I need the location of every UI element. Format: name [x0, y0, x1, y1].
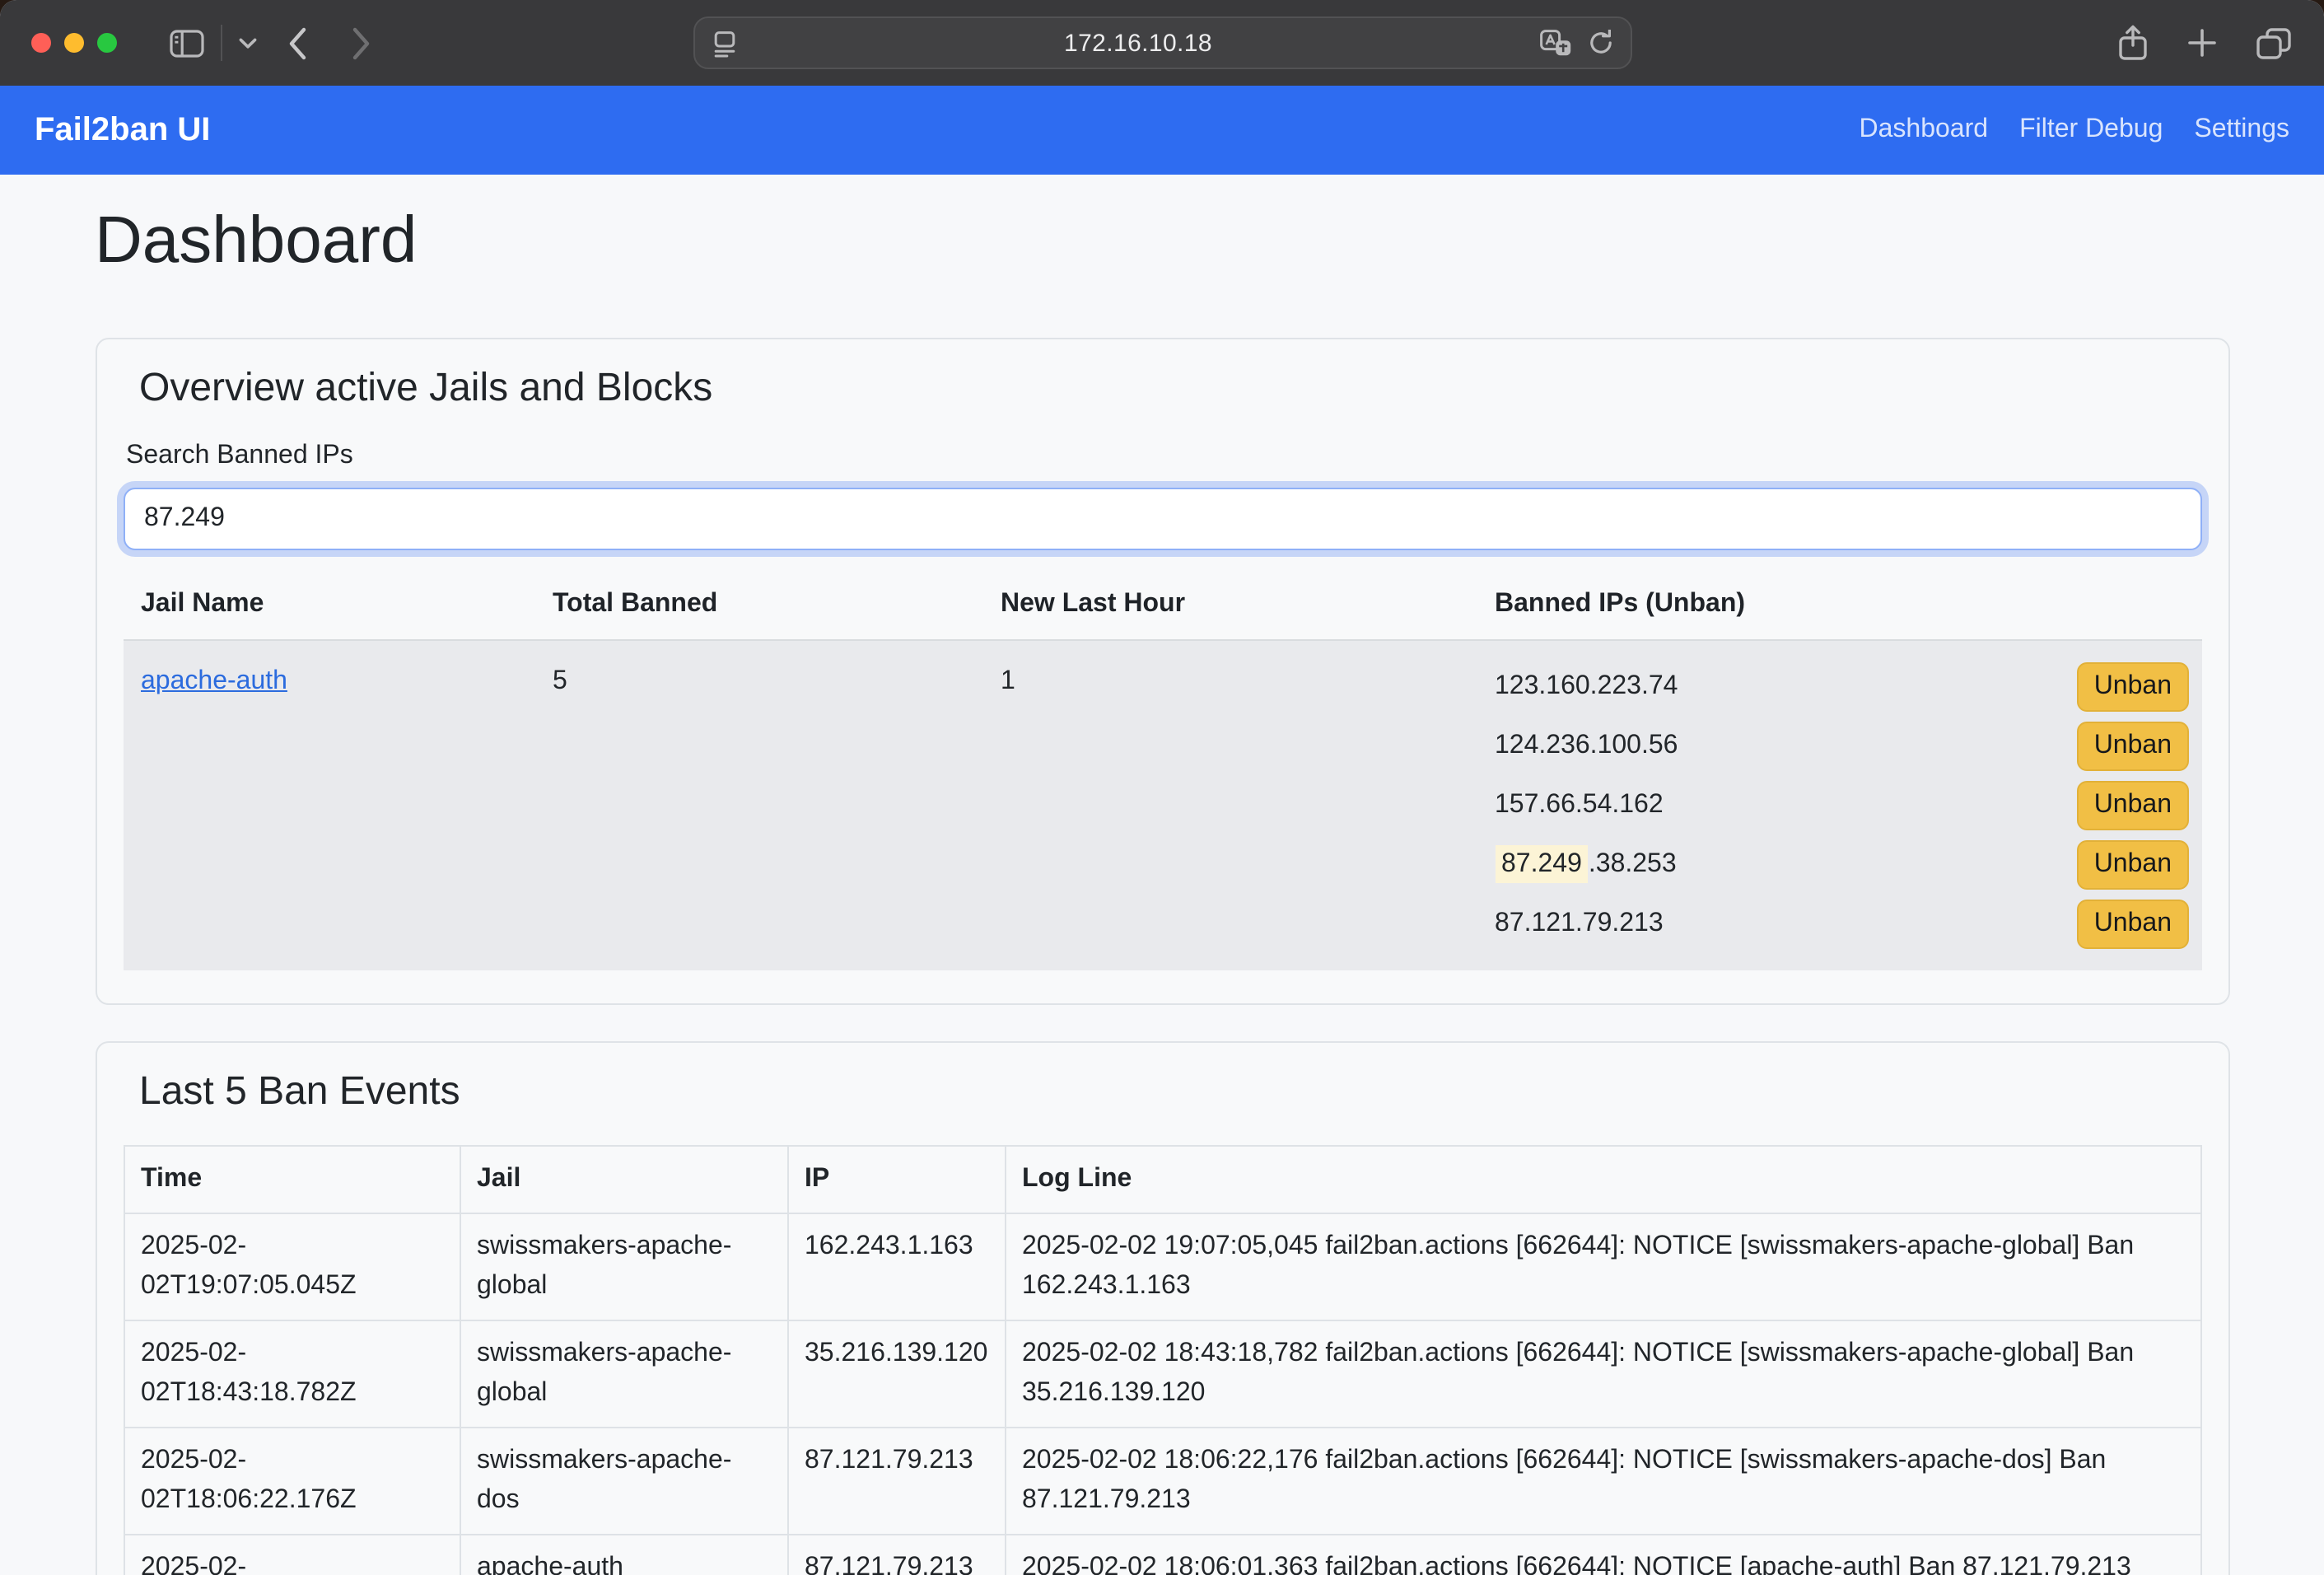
- back-icon[interactable]: [287, 26, 308, 60]
- event-log-line: 2025-02-02 18:43:18,782 fail2ban.actions…: [1005, 1320, 2200, 1428]
- column-header-banned-ips: Banned IPs (Unban): [1477, 590, 2201, 639]
- ban-events-card: Last 5 Ban Events Time Jail IP Log Line: [95, 1041, 2229, 1575]
- banned-ip-address: 87.121.79.213: [1495, 909, 1664, 937]
- minimize-window-button[interactable]: [64, 33, 84, 53]
- event-time: 2025-02-02T18:43:18.782Z: [124, 1320, 460, 1428]
- ban-events-header-row: Time Jail IP Log Line: [124, 1146, 2200, 1213]
- event-time: 2025-02-02T19:07:05.045Z: [124, 1213, 460, 1320]
- overview-card: Overview active Jails and Blocks Search …: [95, 338, 2229, 1005]
- event-time: 2025-02-02T18:06:22.176Z: [124, 1428, 460, 1535]
- share-icon[interactable]: [2118, 25, 2148, 61]
- event-ip: 35.216.139.120: [787, 1320, 1005, 1428]
- translate-icon[interactable]: [1539, 30, 1570, 56]
- toolbar-right-cluster: [2118, 0, 2291, 86]
- jail-name-link[interactable]: apache-auth: [141, 667, 287, 695]
- event-jail: swissmakers-apache-dos: [460, 1428, 787, 1535]
- event-log-line: 2025-02-02 18:06:22,176 fail2ban.actions…: [1005, 1428, 2200, 1535]
- event-time: 2025-02-02T18:06:01.363Z: [124, 1535, 460, 1575]
- banned-ip-address: .38.253: [1589, 850, 1677, 878]
- page-content: Dashboard Overview active Jails and Bloc…: [0, 175, 2324, 1575]
- nav-links: Dashboard Filter Debug Settings: [1860, 115, 2290, 145]
- banned-ip-item: 123.160.223.74 Unban: [1495, 657, 2188, 717]
- address-bar-actions: [1539, 30, 1613, 56]
- event-jail: apache-auth: [460, 1535, 787, 1575]
- column-header-new-last-hour: New Last Hour: [982, 590, 1477, 639]
- unban-button[interactable]: Unban: [2078, 900, 2188, 949]
- unban-button[interactable]: Unban: [2078, 781, 2188, 830]
- search-banned-ips-input[interactable]: [123, 488, 2201, 550]
- banned-ip-address: 123.160.223.74: [1495, 672, 1678, 700]
- ban-event-row: 2025-02-02T18:06:22.176Z swissmakers-apa…: [124, 1428, 2200, 1535]
- ip-match-highlight: 87.249: [1495, 845, 1589, 883]
- overview-card-title: Overview active Jails and Blocks: [139, 366, 2201, 412]
- ban-event-row: 2025-02-02T18:43:18.782Z swissmakers-apa…: [124, 1320, 2200, 1428]
- column-header-jail-name: Jail Name: [123, 590, 534, 639]
- event-ip: 162.243.1.163: [787, 1213, 1005, 1320]
- event-jail: swissmakers-apache-global: [460, 1213, 787, 1320]
- close-window-button[interactable]: [31, 33, 51, 53]
- unban-button[interactable]: Unban: [2078, 662, 2188, 712]
- reader-icon[interactable]: [711, 29, 737, 57]
- ban-events-table: Time Jail IP Log Line 2025-02-02T19:07:0…: [123, 1145, 2201, 1575]
- ban-event-row: 2025-02-02T19:07:05.045Z swissmakers-apa…: [124, 1213, 2200, 1320]
- column-header-jail: Jail: [460, 1146, 787, 1213]
- ban-event-row: 2025-02-02T18:06:01.363Z apache-auth 87.…: [124, 1535, 2200, 1575]
- traffic-lights: [31, 33, 117, 53]
- jail-row: apache-auth 5 1 123.160.223.74 Unban 124…: [123, 641, 2201, 970]
- app-brand[interactable]: Fail2ban UI: [35, 111, 210, 149]
- banned-ip-list: 123.160.223.74 Unban 124.236.100.56 Unba…: [1477, 641, 2201, 970]
- banned-ip-item: 157.66.54.162 Unban: [1495, 776, 2188, 835]
- banned-ip-item: 87.121.79.213 Unban: [1495, 895, 2188, 954]
- column-header-log-line: Log Line: [1005, 1146, 2200, 1213]
- new-tab-icon[interactable]: [2187, 28, 2217, 58]
- chevron-down-icon[interactable]: [239, 37, 257, 49]
- new-last-hour-value: 1: [982, 641, 1477, 970]
- banned-ip-address: 157.66.54.162: [1495, 791, 1664, 819]
- banned-ip-item: 87.249.38.253 Unban: [1495, 835, 2188, 895]
- address-bar[interactable]: 172.16.10.18: [693, 16, 1631, 69]
- total-banned-value: 5: [534, 641, 982, 970]
- screen: 172.16.10.18: [0, 0, 2324, 1575]
- reload-icon[interactable]: [1587, 30, 1613, 56]
- event-log-line: 2025-02-02 18:06:01,363 fail2ban.actions…: [1005, 1535, 2200, 1575]
- nav-link-dashboard[interactable]: Dashboard: [1860, 115, 1989, 145]
- jails-table-header: Jail Name Total Banned New Last Hour Ban…: [123, 590, 2201, 641]
- event-ip: 87.121.79.213: [787, 1535, 1005, 1575]
- search-banned-ips-label: Search Banned IPs: [126, 442, 2201, 471]
- zoom-window-button[interactable]: [97, 33, 117, 53]
- banned-ip-item: 124.236.100.56 Unban: [1495, 717, 2188, 776]
- toolbar-divider: [221, 25, 222, 61]
- tab-overview-icon[interactable]: [2256, 27, 2291, 58]
- event-jail: swissmakers-apache-global: [460, 1320, 787, 1428]
- column-header-time: Time: [124, 1146, 460, 1213]
- column-header-total-banned: Total Banned: [534, 590, 982, 639]
- sidebar-icon[interactable]: [170, 29, 204, 57]
- page-title: Dashboard: [95, 201, 2229, 280]
- banned-ip-address: 124.236.100.56: [1495, 731, 1678, 759]
- app-navbar: Fail2ban UI Dashboard Filter Debug Setti…: [0, 86, 2324, 175]
- event-log-line: 2025-02-02 19:07:05,045 fail2ban.actions…: [1005, 1213, 2200, 1320]
- nav-link-filter-debug[interactable]: Filter Debug: [2019, 115, 2163, 145]
- column-header-ip: IP: [787, 1146, 1005, 1213]
- url-text[interactable]: 172.16.10.18: [737, 29, 1539, 57]
- ban-events-card-title: Last 5 Ban Events: [139, 1069, 2201, 1115]
- event-ip: 87.121.79.213: [787, 1428, 1005, 1535]
- toolbar-left-cluster: [170, 0, 372, 86]
- nav-link-settings[interactable]: Settings: [2194, 115, 2289, 145]
- unban-button[interactable]: Unban: [2078, 722, 2188, 771]
- browser-window: 172.16.10.18: [0, 0, 2324, 1575]
- browser-toolbar: 172.16.10.18: [0, 0, 2324, 86]
- forward-icon[interactable]: [351, 26, 372, 60]
- unban-button[interactable]: Unban: [2078, 840, 2188, 890]
